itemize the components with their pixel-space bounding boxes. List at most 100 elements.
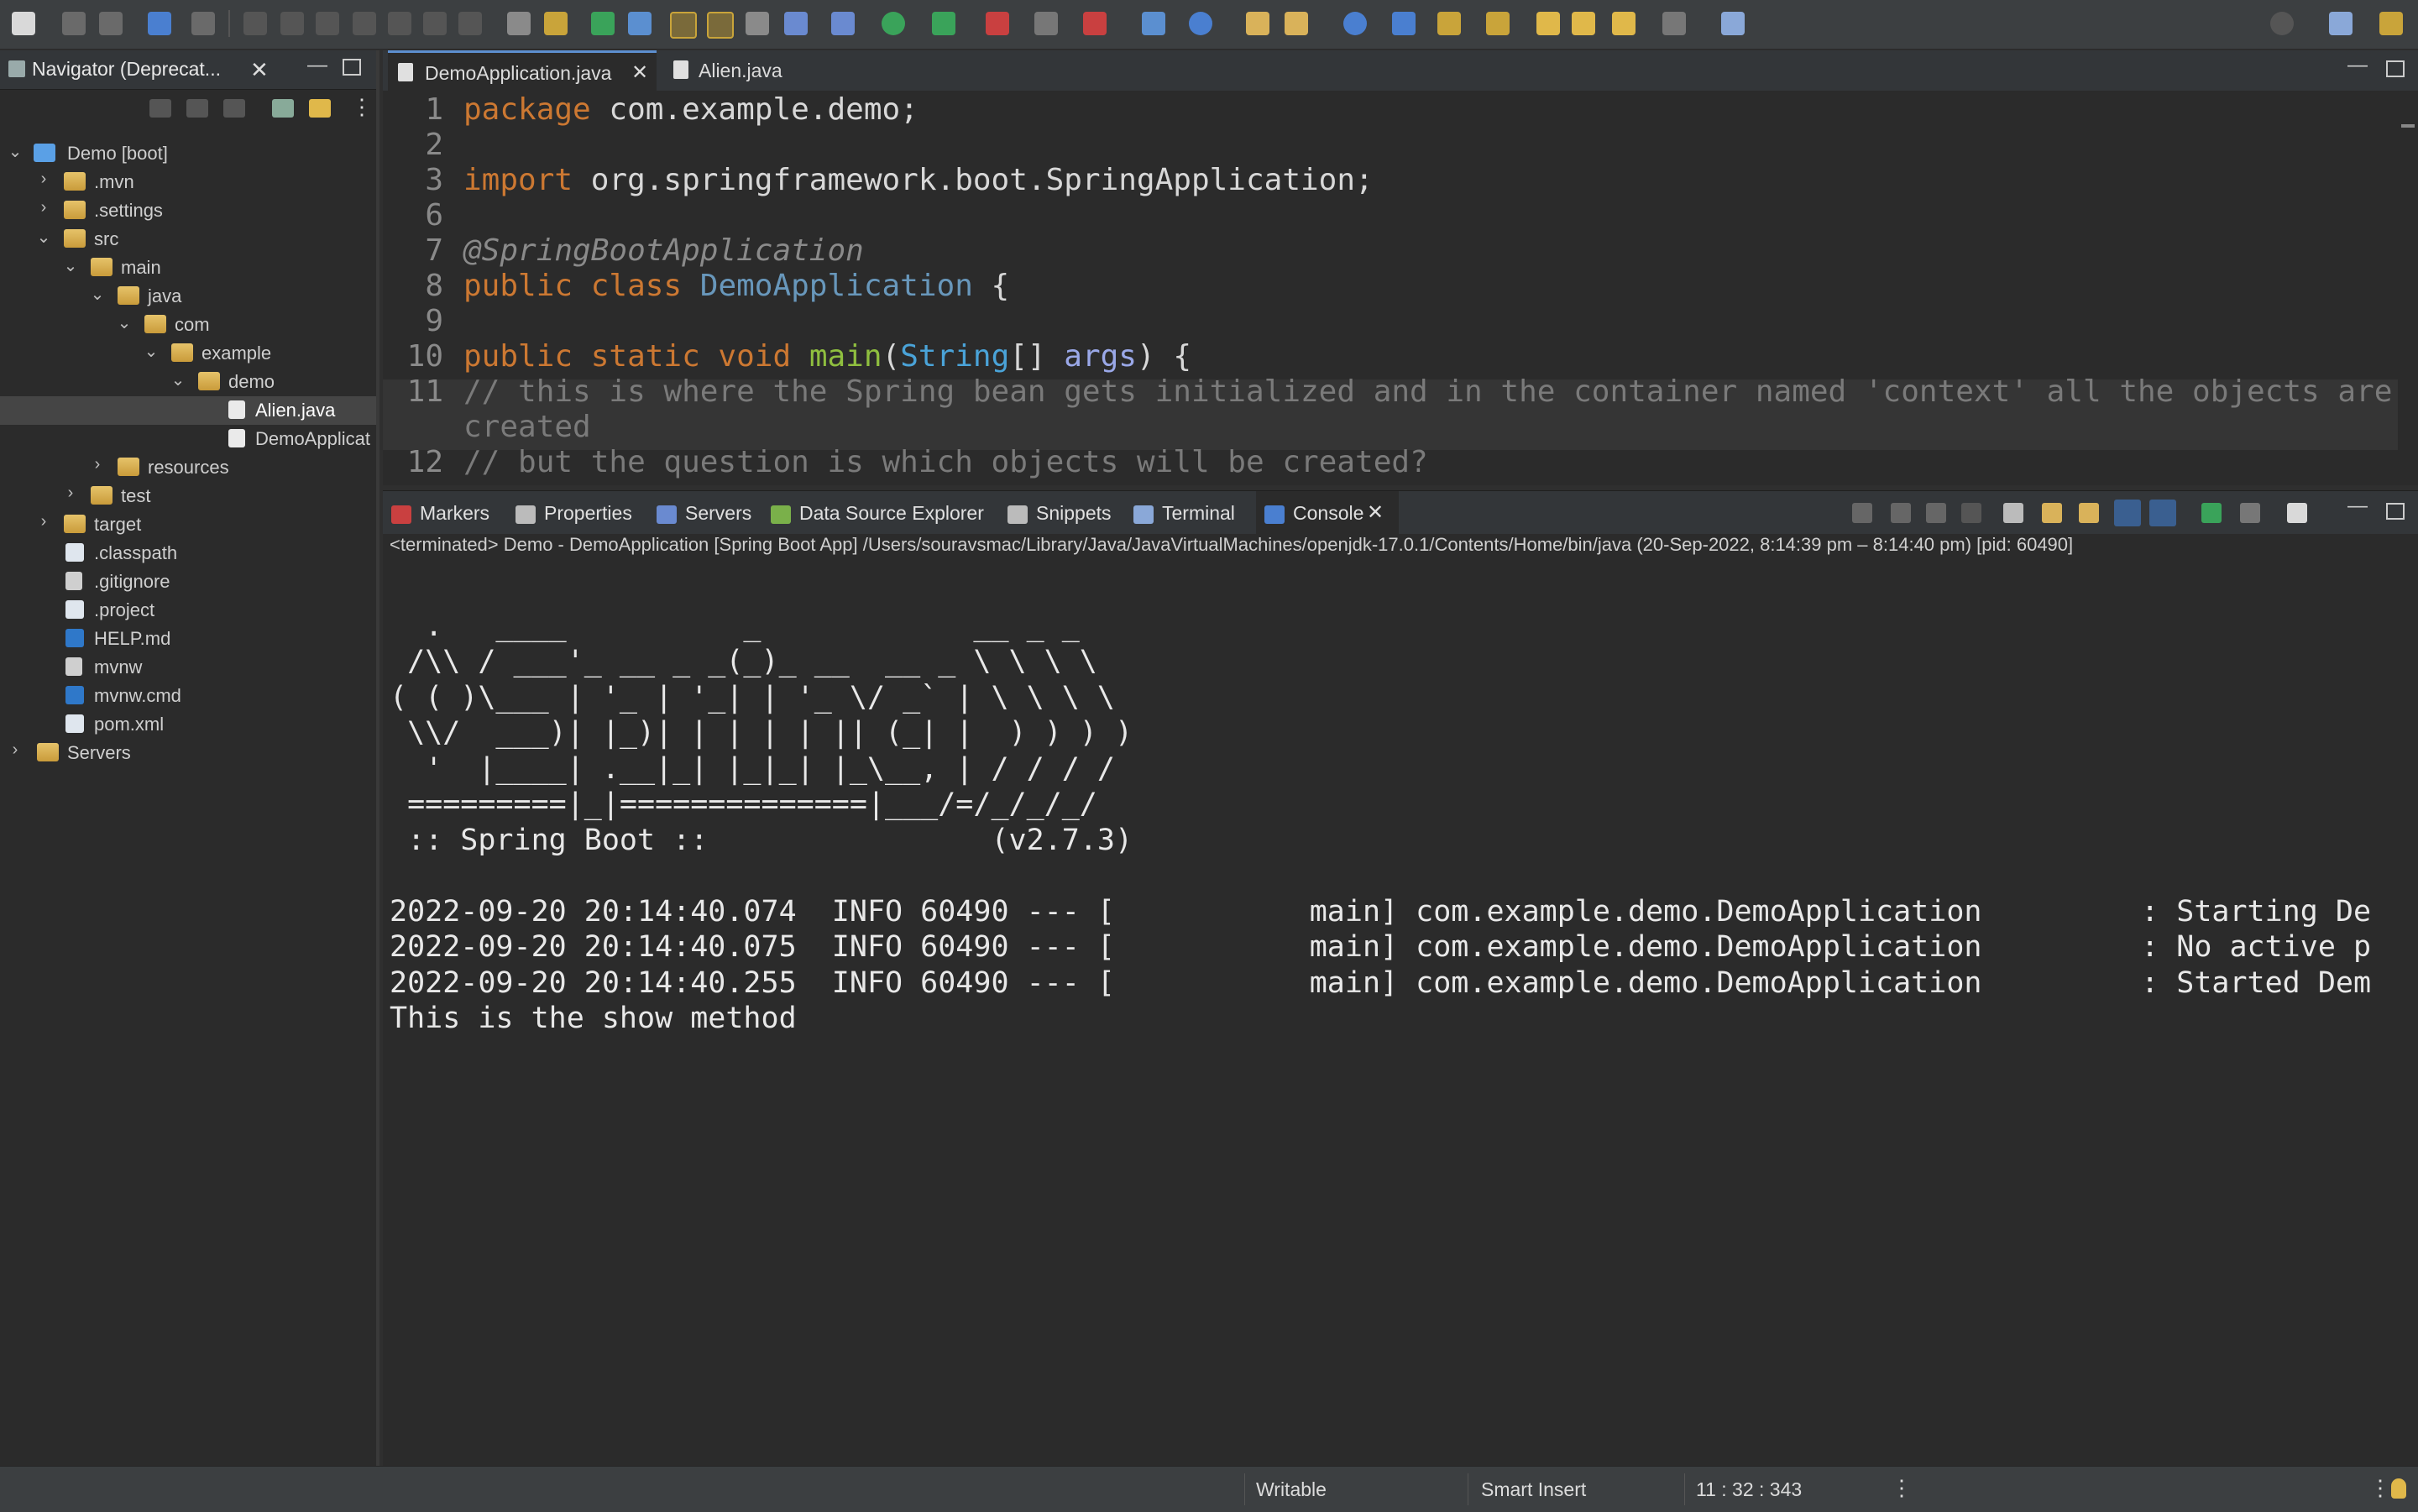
- code-line[interactable]: 1 package com.example.demo;: [383, 92, 2418, 128]
- collapse-all-icon[interactable]: [272, 99, 294, 118]
- close-icon[interactable]: ✕: [250, 57, 269, 83]
- navigator-title[interactable]: Navigator (Deprecat...: [32, 58, 221, 81]
- more-icon[interactable]: ⋮: [2369, 1475, 2391, 1501]
- step-into-icon[interactable]: [388, 12, 411, 35]
- new-server-icon[interactable]: [1142, 12, 1165, 35]
- display-console-icon[interactable]: [2240, 503, 2260, 523]
- show-whitespace-icon[interactable]: [784, 12, 808, 35]
- tab-data-source-explorer[interactable]: Data Source Explorer: [771, 491, 984, 535]
- tree-item-pom-xml[interactable]: pom.xml: [0, 710, 376, 739]
- disconnect-icon[interactable]: [353, 12, 376, 35]
- code-line[interactable]: created: [383, 410, 2418, 445]
- clear-console-icon[interactable]: [2003, 503, 2023, 523]
- link-with-editor-icon[interactable]: [309, 99, 331, 118]
- minimize-icon[interactable]: —: [2347, 54, 2368, 77]
- open-perspective-icon[interactable]: [2329, 12, 2353, 35]
- chevron-right-icon[interactable]: ›: [87, 455, 107, 474]
- word-wrap-icon[interactable]: [2079, 503, 2099, 523]
- external-tools-icon[interactable]: [986, 12, 1009, 35]
- code-line[interactable]: 11 // this is where the Spring bean gets …: [383, 374, 2418, 410]
- chevron-right-icon[interactable]: ›: [34, 198, 54, 217]
- toggle-word-wrap-icon[interactable]: [707, 12, 734, 39]
- code-line[interactable]: 9: [383, 304, 2418, 339]
- next-annotation-icon[interactable]: [1437, 12, 1461, 35]
- maximize-icon[interactable]: [2386, 503, 2405, 520]
- deploy-icon[interactable]: [1083, 12, 1107, 35]
- forward-edit-icon[interactable]: [1572, 12, 1595, 35]
- open-folder-icon[interactable]: [1246, 12, 1269, 35]
- toolbar-icon-b[interactable]: [544, 12, 568, 35]
- remove-launch-icon[interactable]: [1891, 503, 1911, 523]
- tree-item-project-file[interactable]: .project: [0, 596, 376, 625]
- debug-icon[interactable]: [831, 12, 855, 35]
- more-icon[interactable]: ⋮: [1891, 1475, 1913, 1501]
- web-browser-icon[interactable]: [1392, 12, 1416, 35]
- minimize-icon[interactable]: —: [2347, 494, 2368, 518]
- open-console-icon[interactable]: [2287, 503, 2307, 523]
- tree-item-example[interactable]: ⌄ example: [0, 339, 376, 368]
- remove-all-icon[interactable]: [1926, 503, 1946, 523]
- tree-item-servers[interactable]: › Servers: [0, 739, 376, 767]
- open-type-icon[interactable]: [148, 12, 171, 35]
- last-edit-icon[interactable]: [1536, 12, 1560, 35]
- console-view[interactable]: <terminated> Demo - DemoApplication [Spr…: [383, 534, 2418, 1466]
- tree-item-demo[interactable]: ⌄ Demo [boot]: [0, 139, 376, 168]
- step-over-icon[interactable]: [423, 12, 447, 35]
- code-line[interactable]: 2: [383, 128, 2418, 163]
- save-icon[interactable]: [62, 12, 86, 35]
- tree-item-java[interactable]: ⌄ java: [0, 282, 376, 311]
- pin-editor-icon[interactable]: [1721, 12, 1745, 35]
- close-icon[interactable]: ✕: [1367, 491, 1384, 535]
- code-line[interactable]: 8 public class DemoApplication {: [383, 269, 2418, 304]
- tree-item-resources[interactable]: › resources: [0, 453, 376, 482]
- stop-icon[interactable]: [1034, 12, 1058, 35]
- chevron-right-icon[interactable]: ›: [34, 170, 54, 189]
- tree-item-main[interactable]: ⌄ main: [0, 254, 376, 282]
- tab-properties[interactable]: Properties: [516, 491, 632, 535]
- tree-item-classpath[interactable]: .classpath: [0, 539, 376, 568]
- chevron-down-icon[interactable]: ⌄: [5, 141, 25, 162]
- pin-console-icon[interactable]: [2201, 503, 2222, 523]
- toolbar-icon-a[interactable]: [507, 12, 531, 35]
- code-line[interactable]: 3 import org.springframework.boot.SpringA…: [383, 163, 2418, 198]
- tree-item-demoapplication-java[interactable]: DemoApplicat: [0, 425, 376, 453]
- close-icon[interactable]: ✕: [631, 53, 648, 93]
- terminate-icon[interactable]: [1852, 503, 1872, 523]
- tree-item-demo-package[interactable]: ⌄ demo: [0, 368, 376, 396]
- globe-icon[interactable]: [1343, 12, 1367, 35]
- chevron-down-icon[interactable]: ⌄: [141, 341, 161, 362]
- perspective-icon[interactable]: [2379, 12, 2403, 35]
- tree-item-com[interactable]: ⌄ com: [0, 311, 376, 339]
- stop-icon[interactable]: [1961, 503, 1981, 523]
- spring-boot-icon[interactable]: [591, 12, 615, 35]
- step-return-icon[interactable]: [458, 12, 482, 35]
- lightbulb-icon[interactable]: [2391, 1478, 2406, 1499]
- tab-console[interactable]: Console ✕: [1256, 491, 1399, 535]
- save-all-icon[interactable]: [99, 12, 123, 35]
- forward-icon[interactable]: [1662, 12, 1686, 35]
- tab-terminal[interactable]: Terminal: [1133, 491, 1235, 535]
- tree-item-mvn[interactable]: › .mvn: [0, 168, 376, 196]
- tree-item-mvnw[interactable]: mvnw: [0, 653, 376, 682]
- show-on-output-icon[interactable]: [2114, 500, 2141, 526]
- terminate-icon[interactable]: [316, 12, 339, 35]
- code-line[interactable]: 10 public static void main(String[] args)…: [383, 339, 2418, 374]
- chevron-right-icon[interactable]: ›: [34, 512, 54, 531]
- tab-snippets[interactable]: Snippets: [1008, 491, 1112, 535]
- new-class-icon[interactable]: [1189, 12, 1212, 35]
- tree-item-src[interactable]: ⌄ src: [0, 225, 376, 254]
- tree-item-help-md[interactable]: HELP.md: [0, 625, 376, 653]
- up-icon[interactable]: [223, 99, 245, 118]
- brush-icon[interactable]: [1285, 12, 1308, 35]
- tab-markers[interactable]: Markers: [391, 491, 489, 535]
- code-line[interactable]: 12 // but the question is which objects w…: [383, 445, 2418, 480]
- resume-icon[interactable]: [243, 12, 267, 35]
- chevron-down-icon[interactable]: ⌄: [168, 369, 188, 390]
- code-line[interactable]: 7 @SpringBootApplication: [383, 233, 2418, 269]
- code-editor[interactable]: 1 package com.example.demo; 2 3 import org.s…: [383, 91, 2418, 485]
- tree-item-test[interactable]: › test: [0, 482, 376, 510]
- minimize-icon[interactable]: —: [307, 54, 327, 77]
- toolbar-icon-c[interactable]: [628, 12, 652, 35]
- chevron-down-icon[interactable]: ⌄: [114, 312, 134, 333]
- tab-alien-java[interactable]: Alien.java: [668, 50, 819, 91]
